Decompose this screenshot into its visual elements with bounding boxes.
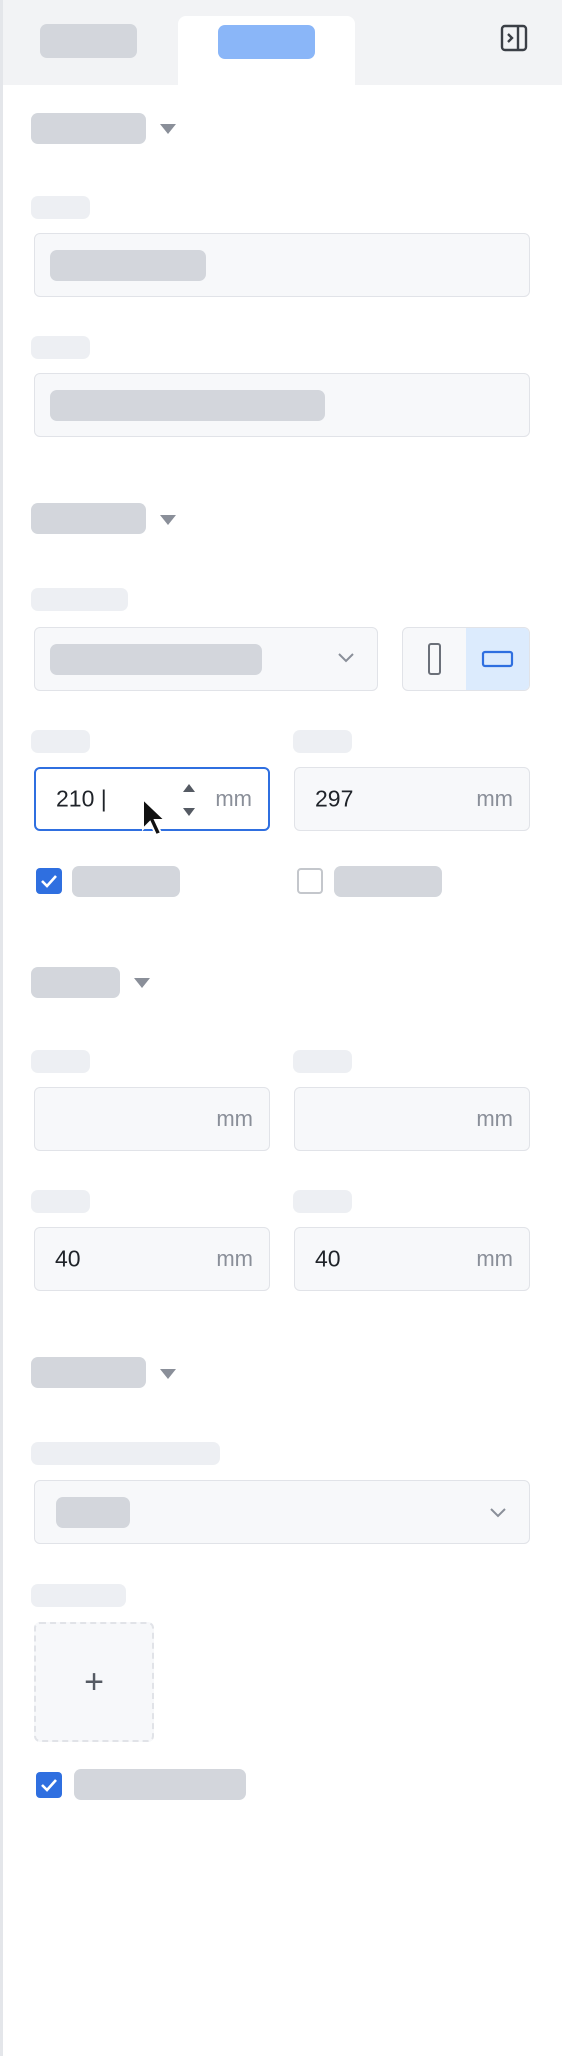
text-field-1-value [50, 250, 206, 281]
chevron-down-icon [490, 1508, 506, 1518]
field-2-label [31, 336, 90, 359]
tab-active[interactable] [178, 16, 355, 85]
tab-active-label [218, 25, 315, 59]
checkbox-3[interactable] [36, 1772, 62, 1798]
margin-top-unit: mm [216, 1106, 253, 1131]
paper-size-select[interactable] [34, 627, 378, 691]
portrait-icon [428, 643, 441, 675]
margin-bottom-value: 40 [55, 1245, 81, 1272]
caret-down-icon[interactable] [160, 1369, 176, 1379]
margin-top-input[interactable]: mm [34, 1087, 270, 1151]
height-label [293, 730, 352, 753]
check-icon [41, 875, 57, 888]
height-input[interactable]: 297 mm [294, 767, 530, 831]
text-field-1[interactable] [34, 233, 530, 297]
margin-bottom-unit: mm [216, 1246, 253, 1271]
orientation-portrait-button[interactable] [403, 628, 466, 690]
height-value: 297 [315, 785, 354, 812]
select-2[interactable] [34, 1480, 530, 1544]
orientation-landscape-button[interactable] [466, 628, 529, 690]
checkbox-1[interactable] [36, 868, 62, 894]
section-4-title [31, 1357, 146, 1388]
margin-top-label [31, 1050, 90, 1073]
checkbox-2-label [334, 866, 442, 897]
stepper-icon[interactable] [181, 779, 197, 821]
upload-label [31, 1584, 126, 1607]
margin-right-unit: mm [476, 1106, 513, 1131]
margin-left-input[interactable]: 40 mm [294, 1227, 530, 1291]
margin-right-label [293, 1050, 352, 1073]
panel-left-border [0, 0, 3, 2056]
margin-left-value: 40 [315, 1245, 341, 1272]
caret-down-icon[interactable] [134, 978, 150, 988]
paper-size-label [31, 588, 128, 611]
select-2-label [31, 1442, 220, 1465]
section-page-size-title [31, 503, 146, 534]
section-margins-title [31, 967, 120, 998]
chevron-down-icon [338, 653, 354, 663]
upload-button[interactable]: + [34, 1622, 154, 1742]
field-1-label [31, 196, 90, 219]
panel-collapse-icon[interactable] [498, 22, 530, 54]
check-icon [41, 1779, 57, 1792]
mouse-cursor-icon [142, 797, 168, 837]
margin-left-label [293, 1190, 352, 1213]
checkbox-3-label [74, 1769, 246, 1800]
margin-bottom-label [31, 1190, 90, 1213]
tab-inactive[interactable] [40, 24, 137, 58]
section-1-title [31, 113, 146, 144]
orientation-toggle [402, 627, 530, 691]
width-unit: mm [215, 786, 252, 811]
margin-left-unit: mm [476, 1246, 513, 1271]
landscape-icon [481, 650, 514, 668]
checkbox-2[interactable] [297, 868, 323, 894]
checkbox-1-label [72, 866, 180, 897]
paper-size-selected [50, 644, 262, 675]
width-label [31, 730, 90, 753]
margin-right-input[interactable]: mm [294, 1087, 530, 1151]
text-field-2-value [50, 390, 325, 421]
text-field-2[interactable] [34, 373, 530, 437]
margin-bottom-input[interactable]: 40 mm [34, 1227, 270, 1291]
width-value: 210 | [56, 785, 107, 812]
select-2-selected [56, 1497, 130, 1528]
caret-down-icon[interactable] [160, 124, 176, 134]
plus-icon: + [84, 1663, 104, 1701]
caret-down-icon[interactable] [160, 515, 176, 525]
height-unit: mm [476, 786, 513, 811]
